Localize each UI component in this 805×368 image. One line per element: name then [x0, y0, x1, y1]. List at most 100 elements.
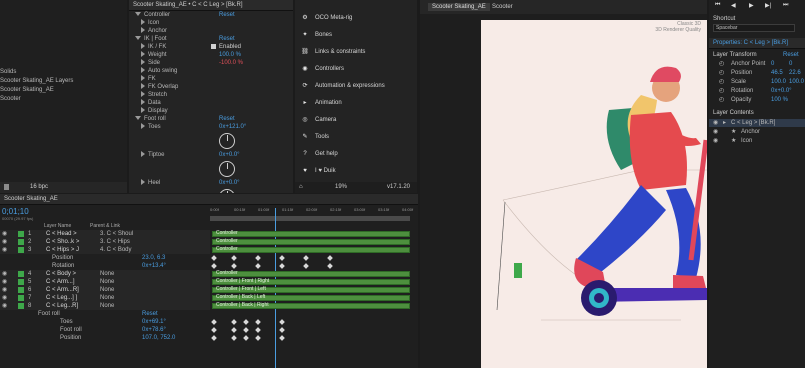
effect-property-row[interactable]: Foot roll Reset	[0, 310, 210, 318]
layer-duration-bar[interactable]: Controller | Back | Right	[212, 302, 410, 309]
effect-property-value[interactable]: Reset	[142, 310, 158, 318]
parent-dropdown[interactable]: None	[100, 270, 114, 278]
keyframe[interactable]	[303, 255, 309, 261]
property-row[interactable]: ◴ Anchor Point 0 0	[709, 60, 805, 68]
property-value-2[interactable]: 100.0	[789, 78, 804, 86]
effect-row[interactable]: Toes 0x+121.0°	[129, 123, 293, 131]
effect-property-value[interactable]: 0x+78.6°	[142, 326, 166, 334]
disclosure-icon[interactable]	[135, 12, 141, 17]
visibility-eye-icon[interactable]: ◉	[2, 230, 7, 238]
label-color-swatch[interactable]	[18, 239, 24, 245]
layer-duration-bar[interactable]: Controller | Front | Right	[212, 278, 410, 285]
effect-property-row[interactable]: Foot roll 0x+78.6°	[0, 326, 210, 334]
property-value[interactable]: 0x+13.4°	[142, 262, 166, 270]
layer-name[interactable]: C < Leg...] ]	[46, 294, 77, 302]
effect-row-value[interactable]: 0x+0.0°	[219, 179, 240, 187]
visibility-eye-icon[interactable]: ◉	[2, 270, 7, 278]
layer-contents-item[interactable]: ◉ ▸ C < Leg > [Bk.R]	[709, 119, 805, 127]
layer-duration-bar[interactable]: Controller | Front | Left	[212, 286, 410, 293]
keyframe[interactable]	[211, 335, 217, 341]
property-value-2[interactable]: 0	[789, 60, 792, 68]
duik-menu-item[interactable]: ♥ I ♥ Duik	[301, 165, 335, 177]
layer-name[interactable]: C < Arm...]	[46, 278, 75, 286]
keyframe[interactable]	[279, 319, 285, 325]
duik-menu-item[interactable]: ▸ Animation	[301, 97, 341, 109]
keyframe[interactable]	[303, 263, 309, 269]
keyframe[interactable]	[327, 255, 333, 261]
effect-property-row[interactable]: Toes 0x+69.1°	[0, 318, 210, 326]
disclosure-icon[interactable]	[141, 179, 145, 186]
property-value[interactable]: 100.0	[771, 78, 786, 86]
play-icon[interactable]: ▶	[749, 2, 754, 9]
duik-menu-item[interactable]: ✎ Tools	[301, 131, 329, 143]
duik-menu-item[interactable]: ◎ Camera	[301, 114, 336, 126]
keyframe[interactable]	[255, 319, 261, 325]
effect-row[interactable]: Foot roll Reset	[129, 115, 293, 123]
parent-dropdown[interactable]: 4. C < Body	[100, 246, 132, 254]
keyframe[interactable]	[255, 327, 261, 333]
visibility-eye-icon[interactable]: ◉	[2, 238, 7, 246]
project-item[interactable]: Solids	[0, 68, 127, 76]
disclosure-icon[interactable]	[141, 43, 145, 50]
keyframe[interactable]	[231, 335, 237, 341]
comp-viewer-label[interactable]: Scooter	[492, 4, 513, 10]
effect-row[interactable]: Data	[129, 99, 293, 107]
property-row[interactable]: Position 23.0, 6.3	[0, 254, 210, 262]
keyframe[interactable]	[211, 319, 217, 325]
parent-dropdown[interactable]: None	[100, 278, 114, 286]
layer-duration-bar[interactable]: Controller	[212, 270, 410, 277]
layer-contents-item[interactable]: ◉ ★ Icon	[709, 137, 805, 145]
timeline-layer-row[interactable]: ◉ 3 C < Hips > J 4. C < Body	[0, 246, 210, 254]
layer-duration-bar[interactable]: Controller	[212, 230, 410, 237]
parent-dropdown[interactable]: 3. C < Hips	[100, 238, 130, 246]
timeline-layer-row[interactable]: ◉ 6 C < Arm...R] None	[0, 286, 210, 294]
visibility-eye-icon[interactable]: ◉	[2, 302, 7, 310]
keyframe[interactable]	[255, 335, 261, 341]
keyframe[interactable]	[231, 255, 237, 261]
duik-menu-item[interactable]: ? Get help	[301, 148, 337, 160]
parent-dropdown[interactable]: None	[100, 302, 114, 310]
keyframe[interactable]	[255, 263, 261, 269]
property-value[interactable]: 46.5	[771, 69, 783, 77]
keyframe[interactable]	[211, 255, 217, 261]
timecode[interactable]: 0;01;10	[2, 207, 29, 216]
shortcut-dropdown[interactable]: Spacebar	[713, 24, 795, 32]
layer-contents-item[interactable]: ◉ ★ Anchor	[709, 128, 805, 136]
effect-row[interactable]: Weight 100.0 %	[129, 51, 293, 59]
project-item[interactable]: Scooter	[0, 95, 127, 103]
duik-menu-item[interactable]: ✦ Bones	[301, 29, 332, 41]
project-item[interactable]: Scooter Skating_AE	[0, 86, 127, 94]
keyframe[interactable]	[279, 263, 285, 269]
stopwatch-icon[interactable]: ◴	[719, 87, 724, 95]
duik-home-icon[interactable]: ⌂	[299, 184, 303, 190]
property-row[interactable]: ◴ Position 46.5 22.6	[709, 69, 805, 77]
effect-row-value[interactable]: Reset	[219, 11, 235, 19]
keyframe[interactable]	[279, 335, 285, 341]
enabled-checkbox[interactable]	[211, 44, 216, 49]
property-value[interactable]: 0	[771, 60, 774, 68]
bpc-label[interactable]: 16 bpc	[30, 184, 48, 190]
visibility-eye-icon[interactable]: ◉	[2, 278, 7, 286]
effect-property-row[interactable]: Position 107.0, 752.0	[0, 334, 210, 342]
stopwatch-icon[interactable]: ◴	[719, 60, 724, 68]
effect-row-value[interactable]: Enabled	[219, 43, 241, 51]
layer-name[interactable]: C < Leg...R]	[46, 302, 78, 310]
effect-property-value[interactable]: 107.0, 752.0	[142, 334, 175, 342]
eye-icon[interactable]: ◉	[713, 119, 718, 127]
parent-dropdown[interactable]: None	[100, 294, 114, 302]
duik-menu-item[interactable]: ⛓ Links & constraints	[301, 46, 365, 58]
effect-row[interactable]: Heel 0x+0.0°	[129, 179, 293, 187]
duik-menu-item[interactable]: ⚙ OCO Meta-rig	[301, 12, 352, 24]
property-row[interactable]: ◴ Opacity 100 %	[709, 96, 805, 104]
keyframe[interactable]	[327, 263, 333, 269]
stopwatch-icon[interactable]: ◴	[719, 69, 724, 77]
keyframe[interactable]	[231, 327, 237, 333]
angle-dial[interactable]	[219, 189, 235, 193]
effect-row[interactable]: FK	[129, 75, 293, 83]
effect-row-value[interactable]: -100.0 %	[219, 59, 243, 67]
keyframe[interactable]	[243, 327, 249, 333]
stopwatch-icon[interactable]: ◴	[719, 78, 724, 86]
property-value[interactable]: 23.0, 6.3	[142, 254, 165, 262]
effect-row[interactable]: Auto swing	[129, 67, 293, 75]
keyframe[interactable]	[231, 263, 237, 269]
